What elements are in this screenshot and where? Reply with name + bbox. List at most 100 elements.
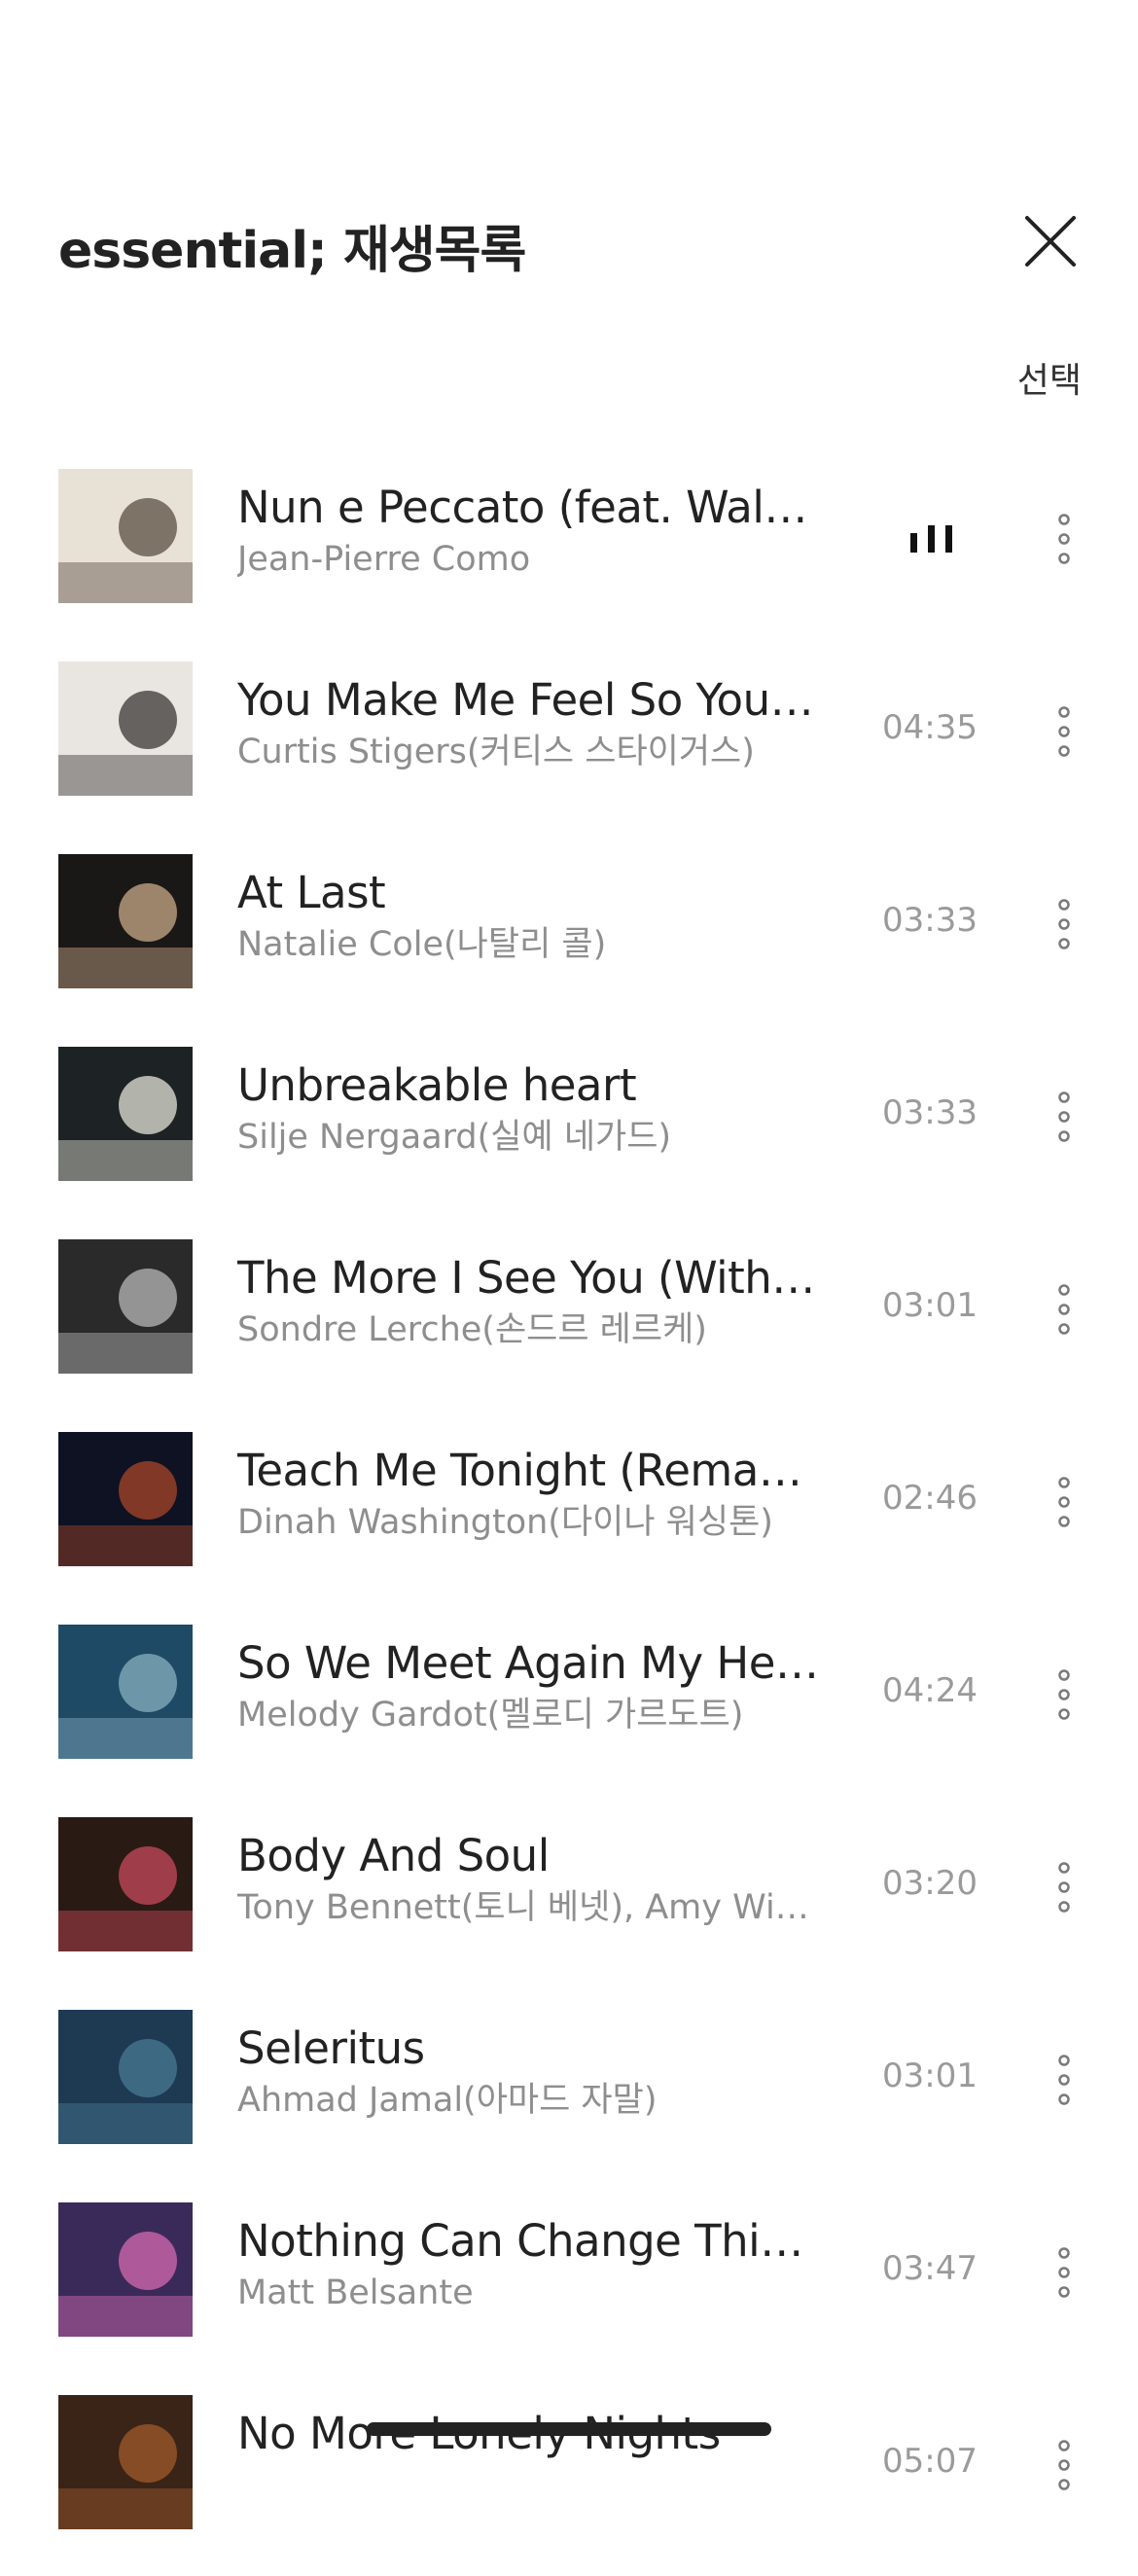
playlist-header: essential; 재생목록 선택 bbox=[0, 0, 1138, 409]
track-title: The More I See You (With T… bbox=[237, 1252, 821, 1304]
album-cover bbox=[58, 469, 193, 603]
track-row[interactable]: Nothing Can Change This… Matt Belsante 0… bbox=[0, 2191, 1138, 2383]
track-text: Unbreakable heart Silje Nergaard(실예 네가드) bbox=[237, 1058, 821, 1160]
track-more-button[interactable] bbox=[1047, 1862, 1082, 1913]
album-cover bbox=[58, 1817, 193, 1951]
track-duration: 05:07 bbox=[882, 2442, 978, 2481]
track-title: Body And Soul bbox=[237, 1830, 550, 1881]
track-text: Seleritus Ahmad Jamal(아마드 자말) bbox=[237, 2021, 821, 2123]
track-row[interactable]: The More I See You (With T… Sondre Lerch… bbox=[0, 1228, 1138, 1420]
album-cover bbox=[58, 1239, 193, 1374]
album-cover bbox=[58, 2395, 193, 2529]
album-art-image bbox=[58, 2010, 193, 2144]
track-row[interactable]: Nun e Peccato (feat. Walte… Jean-Pierre … bbox=[0, 457, 1138, 650]
track-duration: 03:33 bbox=[882, 901, 978, 940]
equalizer-icon bbox=[910, 525, 952, 553]
album-cover bbox=[58, 1047, 193, 1181]
album-art-image bbox=[58, 1625, 193, 1759]
album-art-image bbox=[58, 2395, 193, 2529]
track-list: Nun e Peccato (feat. Walte… Jean-Pierre … bbox=[0, 457, 1138, 2576]
more-vertical-icon bbox=[1058, 2247, 1070, 2298]
track-row[interactable]: Unbreakable heart Silje Nergaard(실예 네가드)… bbox=[0, 1035, 1138, 1228]
track-title: So We Meet Again My Hea… bbox=[237, 1637, 821, 1689]
track-text: You Make Me Feel So Young Curtis Stigers… bbox=[237, 673, 821, 774]
track-artist: Matt Belsante bbox=[237, 2273, 474, 2312]
track-title: Nun e Peccato (feat. Walte… bbox=[237, 482, 821, 533]
album-art-image bbox=[58, 854, 193, 988]
album-art-image bbox=[58, 469, 193, 603]
track-text: Nun e Peccato (feat. Walte… Jean-Pierre … bbox=[237, 481, 821, 582]
track-more-button[interactable] bbox=[1047, 1477, 1082, 1527]
track-more-button[interactable] bbox=[1047, 706, 1082, 757]
track-duration: 02:46 bbox=[882, 1479, 978, 1518]
album-cover bbox=[58, 854, 193, 988]
track-row[interactable]: Teach Me Tonight (Remast… Dinah Washingt… bbox=[0, 1420, 1138, 1613]
track-more-button[interactable] bbox=[1047, 2055, 1082, 2105]
album-art-image bbox=[58, 662, 193, 796]
more-vertical-icon bbox=[1058, 514, 1070, 564]
track-row[interactable]: Seleritus Ahmad Jamal(아마드 자말) 03:01 bbox=[0, 1998, 1138, 2191]
track-duration: 03:01 bbox=[882, 2057, 978, 2095]
close-icon bbox=[1025, 216, 1076, 267]
track-text: Body And Soul Tony Bennett(토니 베넷), Amy W… bbox=[237, 1829, 821, 1930]
more-vertical-icon bbox=[1058, 1091, 1070, 1142]
track-text: The More I See You (With T… Sondre Lerch… bbox=[237, 1251, 821, 1352]
track-artist: Jean-Pierre Como bbox=[237, 540, 531, 579]
more-vertical-icon bbox=[1058, 2055, 1070, 2105]
track-title: At Last bbox=[237, 867, 386, 918]
album-art-image bbox=[58, 1239, 193, 1374]
album-cover bbox=[58, 662, 193, 796]
more-vertical-icon bbox=[1058, 2440, 1070, 2490]
more-vertical-icon bbox=[1058, 706, 1070, 757]
track-artist: Dinah Washington(다이나 워싱톤) bbox=[237, 1503, 773, 1542]
track-duration: 03:47 bbox=[882, 2249, 978, 2288]
track-duration: 04:24 bbox=[882, 1671, 978, 1710]
track-artist: Silje Nergaard(실예 네가드) bbox=[237, 1118, 672, 1157]
track-artist: Melody Gardot(멜로디 가르도트) bbox=[237, 1696, 744, 1735]
track-artist: Curtis Stigers(커티스 스타이거스) bbox=[237, 733, 755, 771]
track-more-button[interactable] bbox=[1047, 514, 1082, 564]
track-text: At Last Natalie Cole(나탈리 콜) bbox=[237, 866, 821, 967]
track-artist: Sondre Lerche(손드르 레르케) bbox=[237, 1310, 707, 1349]
album-cover bbox=[58, 1625, 193, 1759]
track-more-button[interactable] bbox=[1047, 1091, 1082, 1142]
track-title: Seleritus bbox=[237, 2022, 425, 2074]
track-more-button[interactable] bbox=[1047, 1669, 1082, 1720]
track-row[interactable]: No More Lonely Nights 05:07 bbox=[0, 2383, 1138, 2576]
album-art-image bbox=[58, 1047, 193, 1181]
more-vertical-icon bbox=[1058, 1477, 1070, 1527]
track-more-button[interactable] bbox=[1047, 2247, 1082, 2298]
track-duration: 03:33 bbox=[882, 1093, 978, 1132]
track-title: Unbreakable heart bbox=[237, 1059, 637, 1111]
album-cover bbox=[58, 2202, 193, 2337]
track-row[interactable]: You Make Me Feel So Young Curtis Stigers… bbox=[0, 650, 1138, 842]
track-title: You Make Me Feel So Young bbox=[237, 674, 821, 726]
track-row[interactable]: So We Meet Again My Hea… Melody Gardot(멜… bbox=[0, 1613, 1138, 1806]
track-title: Nothing Can Change This… bbox=[237, 2215, 821, 2267]
select-button[interactable]: 선택 bbox=[1017, 352, 1082, 403]
now-playing-indicator bbox=[907, 521, 957, 555]
track-title: Teach Me Tonight (Remast… bbox=[237, 1445, 821, 1496]
track-row[interactable]: At Last Natalie Cole(나탈리 콜) 03:33 bbox=[0, 842, 1138, 1035]
track-more-button[interactable] bbox=[1047, 899, 1082, 949]
track-row[interactable]: Body And Soul Tony Bennett(토니 베넷), Amy W… bbox=[0, 1806, 1138, 1998]
track-duration: 03:01 bbox=[882, 1286, 978, 1325]
more-vertical-icon bbox=[1058, 1284, 1070, 1335]
album-art-image bbox=[58, 1817, 193, 1951]
track-text: So We Meet Again My Hea… Melody Gardot(멜… bbox=[237, 1636, 821, 1737]
more-vertical-icon bbox=[1058, 1862, 1070, 1913]
track-more-button[interactable] bbox=[1047, 1284, 1082, 1335]
track-text: Teach Me Tonight (Remast… Dinah Washingt… bbox=[237, 1444, 821, 1545]
album-art-image bbox=[58, 2202, 193, 2337]
close-button[interactable] bbox=[1023, 214, 1078, 268]
track-artist: Tony Bennett(토니 베넷), Amy Win… bbox=[237, 1888, 821, 1927]
more-vertical-icon bbox=[1058, 1669, 1070, 1720]
album-art-image bbox=[58, 1432, 193, 1566]
track-artist: Natalie Cole(나탈리 콜) bbox=[237, 925, 607, 964]
track-artist: Ahmad Jamal(아마드 자말) bbox=[237, 2081, 658, 2120]
track-duration: 04:35 bbox=[882, 708, 978, 747]
track-more-button[interactable] bbox=[1047, 2440, 1082, 2490]
album-cover bbox=[58, 2010, 193, 2144]
track-text: Nothing Can Change This… Matt Belsante bbox=[237, 2214, 821, 2315]
album-cover bbox=[58, 1432, 193, 1566]
